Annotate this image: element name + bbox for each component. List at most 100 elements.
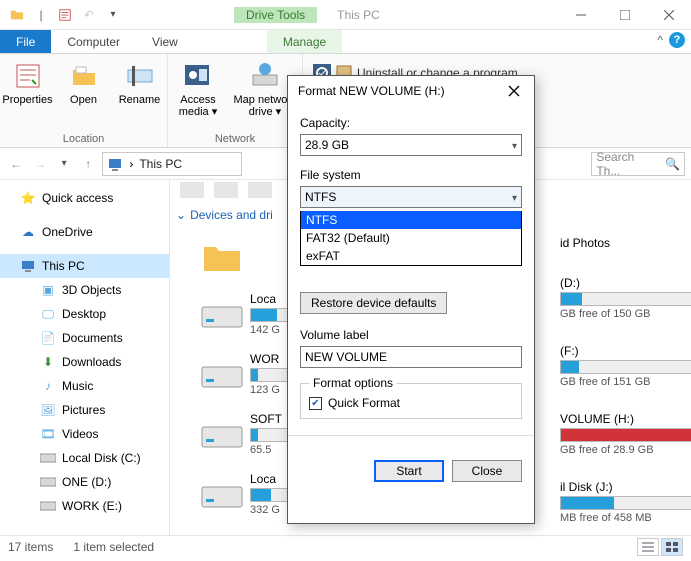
pictures-icon: 🖼 xyxy=(40,402,56,418)
qat-dropdown-icon[interactable] xyxy=(102,4,124,26)
maximize-button[interactable] xyxy=(603,0,647,30)
drive-icon xyxy=(200,292,244,336)
start-button[interactable]: Start xyxy=(374,460,444,482)
filesystem-label: File system xyxy=(300,168,522,182)
tree-videos[interactable]: 🎞Videos xyxy=(0,422,169,446)
drive-item[interactable]: il Disk (J:)MB free of 458 MB xyxy=(560,480,691,524)
format-dialog: Format NEW VOLUME (H:) Capacity: 28.9 GB… xyxy=(287,75,535,524)
undo-icon[interactable]: ↶ xyxy=(78,4,100,26)
fs-option-exfat[interactable]: exFAT xyxy=(301,247,521,265)
videos-icon: 🎞 xyxy=(40,426,56,442)
view-details-button[interactable] xyxy=(637,538,659,556)
drive-item[interactable]: (D:) GB free of 150 GB xyxy=(560,276,691,320)
star-icon: ⭐ xyxy=(20,190,36,206)
nav-history-button[interactable] xyxy=(54,152,74,176)
status-bar: 17 items 1 item selected xyxy=(0,535,691,557)
nav-tree[interactable]: ⭐Quick access ☁OneDrive This PC ▣3D Obje… xyxy=(0,180,170,535)
tab-computer[interactable]: Computer xyxy=(51,30,136,53)
chevron-down-icon xyxy=(512,138,517,152)
drive-item[interactable]: VOLUME (H:)GB free of 28.9 GB xyxy=(560,412,691,456)
tree-pictures[interactable]: 🖼Pictures xyxy=(0,398,169,422)
format-options-legend: Format options xyxy=(309,376,397,390)
drive-capacity: GB free of 150 GB xyxy=(560,308,691,320)
ribbon-access-media-label: Access media ▾ xyxy=(170,94,226,118)
folder-icon xyxy=(200,236,244,280)
ribbon-group-network: Network xyxy=(215,133,255,145)
ribbon-open-label: Open xyxy=(70,94,97,106)
capacity-select[interactable]: 28.9 GB xyxy=(300,134,522,156)
tree-documents[interactable]: 📄Documents xyxy=(0,326,169,350)
fs-option-fat32[interactable]: FAT32 (Default) xyxy=(301,229,521,247)
filesystem-select[interactable]: NTFS xyxy=(300,186,522,208)
context-tab: Drive Tools xyxy=(234,7,317,23)
tree-local-c[interactable]: Local Disk (C:) xyxy=(0,446,169,470)
tree-3d-objects[interactable]: ▣3D Objects xyxy=(0,278,169,302)
restore-defaults-button[interactable]: Restore device defaults xyxy=(300,292,447,314)
quick-format-checkbox[interactable]: ✔ Quick Format xyxy=(309,396,513,410)
drive-icon xyxy=(40,450,56,466)
drive-name: (D:) xyxy=(560,276,691,290)
close-button[interactable]: Close xyxy=(452,460,522,482)
ribbon-tabs: File Computer View Manage ^ ? xyxy=(0,30,691,54)
minimize-button[interactable] xyxy=(559,0,603,30)
nav-back-button[interactable]: ← xyxy=(6,152,26,176)
ribbon-rename-label: Rename xyxy=(119,94,161,106)
music-icon: ♪ xyxy=(40,378,56,394)
filesystem-value: NTFS xyxy=(305,190,336,204)
tab-manage[interactable]: Manage xyxy=(267,30,342,53)
tree-music[interactable]: ♪Music xyxy=(0,374,169,398)
tree-work-e[interactable]: WORK (E:) xyxy=(0,494,169,518)
window-title: This PC xyxy=(337,8,559,22)
thumb-row xyxy=(180,182,272,198)
drive-name: (F:) xyxy=(560,344,691,358)
drive-capacity: GB free of 28.9 GB xyxy=(560,444,691,456)
dialog-titlebar[interactable]: Format NEW VOLUME (H:) xyxy=(288,76,534,106)
tree-onedrive[interactable]: ☁OneDrive xyxy=(0,220,169,244)
view-large-button[interactable] xyxy=(661,538,683,556)
dialog-title: Format NEW VOLUME (H:) xyxy=(298,84,445,98)
documents-icon: 📄 xyxy=(40,330,56,346)
format-options-fieldset: Format options ✔ Quick Format xyxy=(300,376,522,419)
tree-one-d[interactable]: ONE (D:) xyxy=(0,470,169,494)
nav-up-button[interactable]: ↑ xyxy=(78,152,98,176)
collapse-ribbon-icon[interactable]: ^ xyxy=(657,33,663,47)
tab-view[interactable]: View xyxy=(136,30,194,53)
drive-icon xyxy=(40,498,56,514)
tree-this-pc[interactable]: This PC xyxy=(0,254,169,278)
dialog-close-button[interactable] xyxy=(504,81,524,101)
help-icon[interactable]: ? xyxy=(669,32,685,48)
ribbon-rename[interactable]: Rename xyxy=(114,58,166,133)
filesystem-dropdown: NTFS FAT32 (Default) exFAT xyxy=(300,211,522,266)
downloads-icon: ⬇ xyxy=(40,354,56,370)
capacity-label: Capacity: xyxy=(300,116,522,130)
address-path: This PC xyxy=(139,157,182,171)
drive-item[interactable]: id Photos xyxy=(560,236,691,252)
search-placeholder: Search Th... xyxy=(596,150,661,178)
fs-option-ntfs[interactable]: NTFS xyxy=(301,211,521,229)
drive-icon xyxy=(200,412,244,456)
ribbon-properties-label: Properties xyxy=(2,94,52,106)
cloud-icon: ☁ xyxy=(20,224,36,240)
tree-desktop[interactable]: 🖵Desktop xyxy=(0,302,169,326)
quick-format-label: Quick Format xyxy=(328,396,400,410)
search-icon: 🔍 xyxy=(665,157,680,171)
close-button[interactable] xyxy=(647,0,691,30)
tree-quick-access[interactable]: ⭐Quick access xyxy=(0,186,169,210)
drive-name: il Disk (J:) xyxy=(560,480,691,494)
ribbon-open[interactable]: Open xyxy=(58,58,110,133)
ribbon-access-media[interactable]: Access media ▾ xyxy=(170,58,226,133)
volume-label-input[interactable]: NEW VOLUME xyxy=(300,346,522,368)
drive-item[interactable]: (F:)GB free of 151 GB xyxy=(560,344,691,388)
folder-icon xyxy=(6,4,28,26)
titlebar: | ↶ Drive Tools This PC xyxy=(0,0,691,30)
nav-forward-button[interactable]: → xyxy=(30,152,50,176)
tab-file[interactable]: File xyxy=(0,30,51,53)
chevron-down-icon xyxy=(512,190,517,204)
ribbon-properties[interactable]: Properties xyxy=(2,58,54,133)
checkbox-icon: ✔ xyxy=(309,397,322,410)
search-box[interactable]: Search Th... 🔍 xyxy=(591,152,685,176)
address-bar[interactable]: › This PC xyxy=(102,152,242,176)
tree-downloads[interactable]: ⬇Downloads xyxy=(0,350,169,374)
properties-icon[interactable] xyxy=(54,4,76,26)
drive-icon xyxy=(200,472,244,516)
